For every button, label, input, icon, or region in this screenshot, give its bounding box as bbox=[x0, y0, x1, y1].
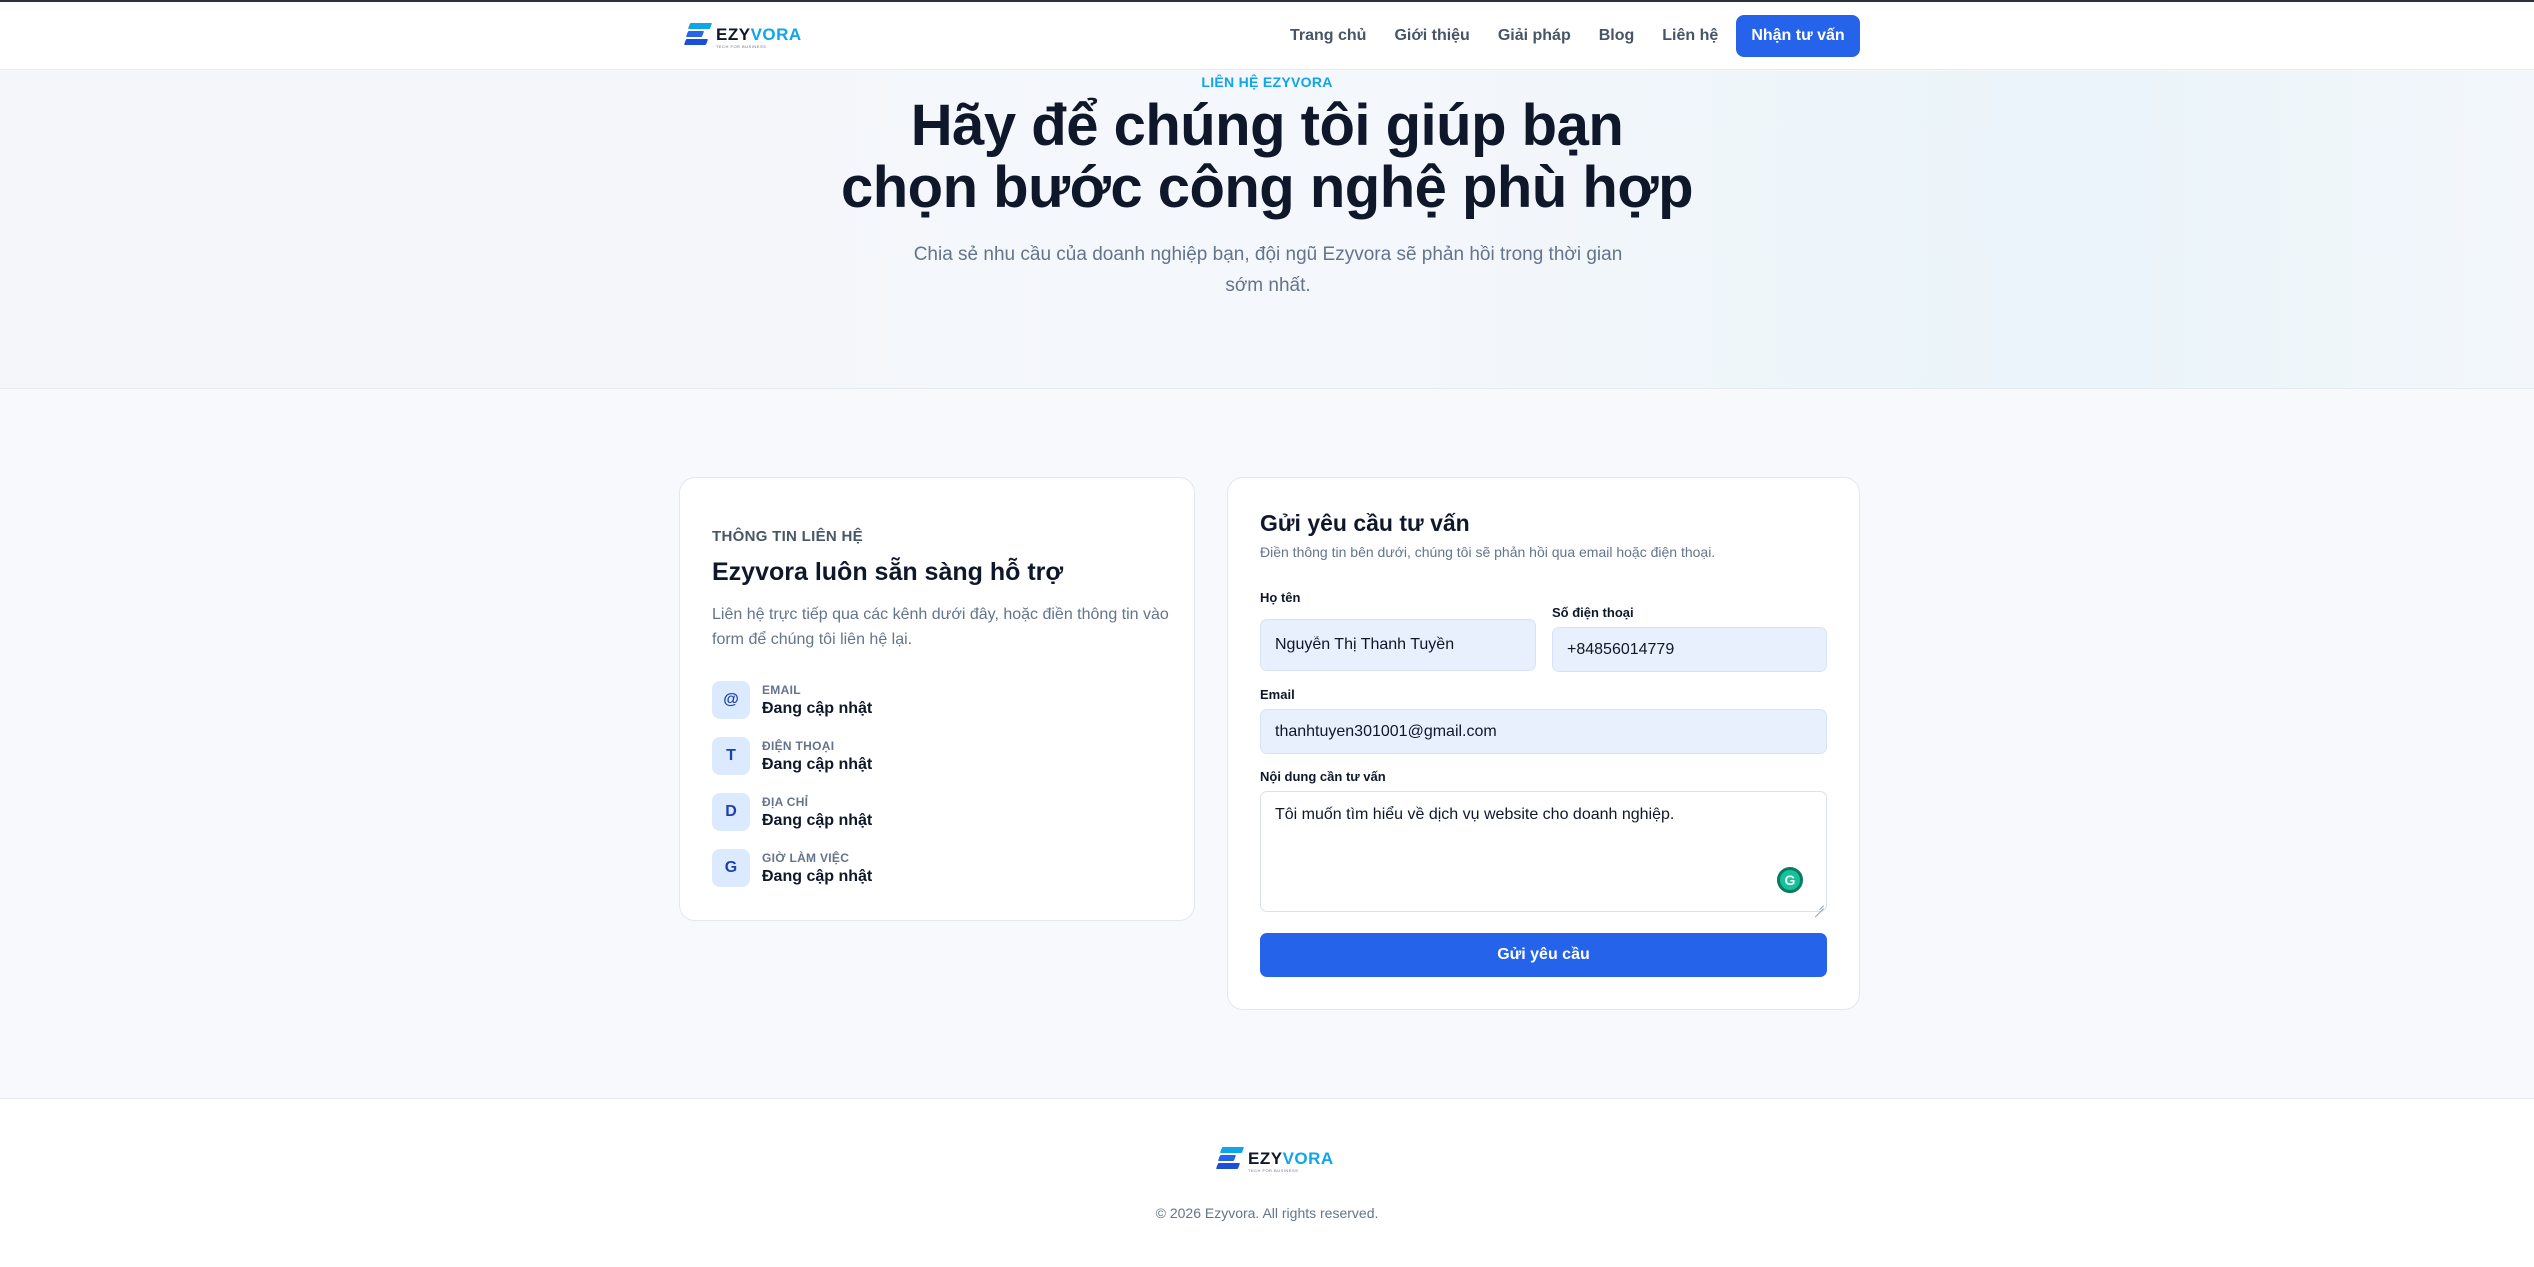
contact-info-title: Ezyvora luôn sẵn sàng hỗ trợ bbox=[712, 558, 1064, 586]
contact-item-label: ĐIỆN THOẠI bbox=[762, 738, 835, 753]
contact-info-card: THÔNG TIN LIÊN HỆ Ezyvora luôn sẵn sàng … bbox=[679, 477, 1195, 921]
contact-item-value: Đang cập nhật bbox=[762, 755, 873, 773]
contact-item-label: EMAIL bbox=[762, 682, 801, 697]
name-label: Họ tên bbox=[1260, 590, 1301, 605]
site-header: EZYVORA TECH FOR BUSINESS Trang chủ Giới… bbox=[0, 2, 2534, 70]
hero-title-line2: chọn bước công nghệ phù hợp bbox=[841, 155, 1694, 220]
hero-subtitle: Chia sẻ nhu cầu của doanh nghiệp bạn, độ… bbox=[913, 244, 1623, 296]
contact-info-description: Liên hệ trực tiếp qua các kênh dưới đây,… bbox=[712, 606, 1169, 648]
contact-info-eyebrow: THÔNG TIN LIÊN HỆ bbox=[712, 528, 863, 545]
logo-wordmark: EZYVORA bbox=[716, 24, 802, 44]
phone-field[interactable] bbox=[1552, 627, 1827, 672]
message-label: Nội dung cần tư vấn bbox=[1260, 769, 1386, 784]
nav-item-contact[interactable]: Liên hệ bbox=[1662, 27, 1718, 45]
logo-tagline: TECH FOR BUSINESS bbox=[716, 44, 767, 49]
clock-icon: G bbox=[712, 849, 750, 887]
nav-item-home[interactable]: Trang chủ bbox=[1290, 27, 1366, 45]
nav-item-solutions[interactable]: Giải pháp bbox=[1498, 27, 1571, 45]
phone-label: Số điện thoại bbox=[1552, 605, 1634, 620]
submit-request-button[interactable]: Gửi yêu cầu bbox=[1260, 933, 1827, 977]
contact-item-hours: G GIỜ LÀM VIỆC Đang cập nhật bbox=[712, 849, 872, 887]
textarea-resize-handle[interactable] bbox=[1814, 899, 1824, 909]
contact-item-label: ĐỊA CHỈ bbox=[762, 794, 809, 809]
hero-title: Hãy để chúng tôi giúp bạn chọn bước công… bbox=[0, 95, 2534, 219]
form-description: Điền thông tin bên dưới, chúng tôi sẽ ph… bbox=[1260, 544, 1716, 560]
main-nav: Trang chủ Giới thiệu Giải pháp Blog Liên… bbox=[1290, 2, 1746, 70]
contact-item-value: Đang cập nhật bbox=[762, 811, 873, 829]
logo-wordmark: EZYVORA bbox=[1248, 1148, 1334, 1168]
consultation-form-card: Gửi yêu cầu tư vấn Điền thông tin bên dư… bbox=[1227, 477, 1860, 1010]
address-icon: D bbox=[712, 793, 750, 831]
contact-item-value: Đang cập nhật bbox=[762, 867, 873, 885]
logo-mark-icon bbox=[1215, 1146, 1245, 1170]
hero-title-line1: Hãy để chúng tôi giúp bạn bbox=[910, 93, 1624, 158]
header-logo[interactable]: EZYVORA TECH FOR BUSINESS bbox=[683, 22, 802, 49]
hero-section: LIÊN HỆ EZYVORA Hãy để chúng tôi giúp bạ… bbox=[0, 71, 2534, 389]
email-label: Email bbox=[1260, 687, 1295, 702]
logo-mark-icon bbox=[683, 22, 713, 46]
contact-item-address: D ĐỊA CHỈ Đang cập nhật bbox=[712, 793, 872, 831]
contact-item-label: GIỜ LÀM VIỆC bbox=[762, 850, 850, 865]
email-icon: @ bbox=[712, 681, 750, 719]
email-field[interactable] bbox=[1260, 709, 1827, 754]
site-footer: EZYVORA TECH FOR BUSINESS © 2026 Ezyvora… bbox=[0, 1098, 2534, 1267]
form-title: Gửi yêu cầu tư vấn bbox=[1260, 510, 1470, 536]
contact-item-value: Đang cập nhật bbox=[762, 699, 873, 717]
copyright-text: © 2026 Ezyvora. All rights reserved. bbox=[1155, 1205, 1379, 1221]
name-field[interactable] bbox=[1260, 619, 1536, 671]
phone-icon: T bbox=[712, 737, 750, 775]
contact-item-phone: T ĐIỆN THOẠI Đang cập nhật bbox=[712, 737, 872, 775]
message-textarea[interactable]: Tôi muốn tìm hiểu về dịch vụ website cho… bbox=[1260, 791, 1827, 912]
nav-item-blog[interactable]: Blog bbox=[1599, 27, 1635, 45]
grammarly-icon[interactable]: G bbox=[1777, 867, 1803, 893]
logo-tagline: TECH FOR BUSINESS bbox=[1248, 1168, 1299, 1173]
hero-kicker: LIÊN HỆ EZYVORA bbox=[1201, 74, 1333, 90]
nav-item-about[interactable]: Giới thiệu bbox=[1394, 27, 1469, 45]
footer-logo[interactable]: EZYVORA TECH FOR BUSINESS bbox=[1215, 1146, 1334, 1173]
get-consultation-button[interactable]: Nhận tư vấn bbox=[1736, 15, 1860, 57]
contact-item-email: @ EMAIL Đang cập nhật bbox=[712, 681, 872, 719]
